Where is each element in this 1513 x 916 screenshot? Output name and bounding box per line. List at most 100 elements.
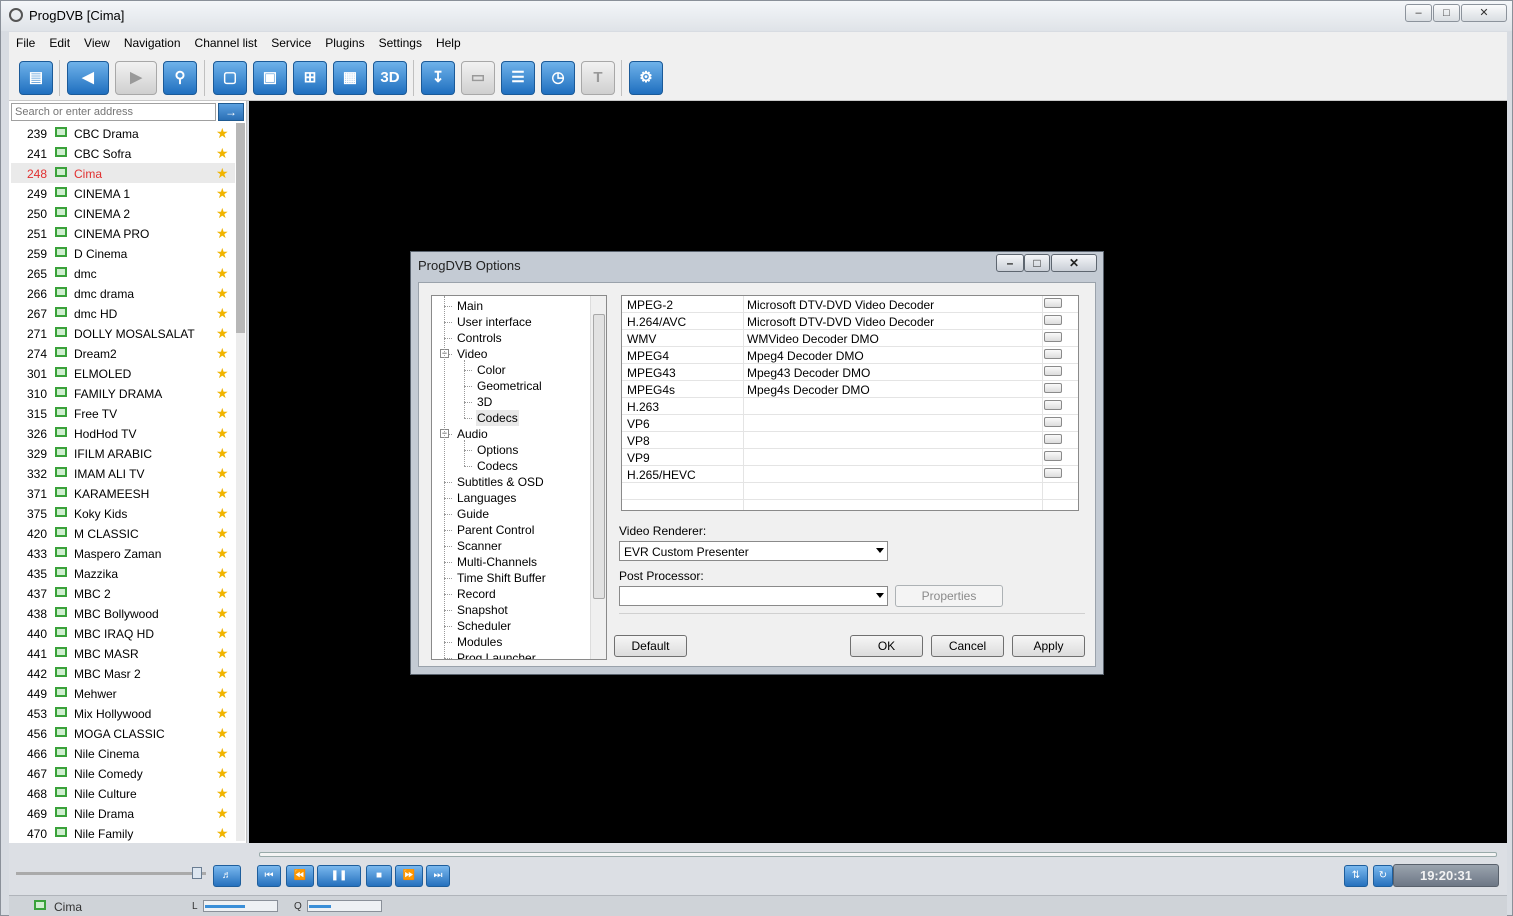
back-arrow-icon[interactable]: ◀ [67, 61, 109, 95]
close-button[interactable]: ✕ [1461, 4, 1507, 22]
favorite-star-icon[interactable]: ★ [216, 465, 229, 482]
codec-row[interactable]: MPEG4s Mpeg4s Decoder DMO [622, 381, 1078, 398]
clock-icon[interactable]: ◷ [541, 61, 575, 95]
codec-settings-button[interactable] [1044, 298, 1062, 308]
codec-settings-button[interactable] [1044, 332, 1062, 342]
channel-row[interactable]: 469 Nile Drama ★ [11, 803, 235, 823]
channel-row[interactable]: 239 CBC Drama ★ [11, 123, 235, 143]
favorite-star-icon[interactable]: ★ [216, 625, 229, 642]
default-button[interactable]: Default [614, 635, 687, 657]
codec-row[interactable]: MPEG43 Mpeg43 Decoder DMO [622, 364, 1078, 381]
list-icon[interactable]: ☰ [501, 61, 535, 95]
channel-row[interactable]: 310 FAMILY DRAMA ★ [11, 383, 235, 403]
pip-window-icon[interactable]: ▣ [253, 61, 287, 95]
codec-settings-button[interactable] [1044, 434, 1062, 444]
tree-item[interactable]: Prog Launcher [456, 650, 537, 659]
tree-scrollbar[interactable] [590, 296, 606, 659]
channel-row[interactable]: 274 Dream2 ★ [11, 343, 235, 363]
codec-row[interactable]: VP6 [622, 415, 1078, 432]
volume-slider-thumb[interactable] [192, 867, 202, 879]
tree-item[interactable]: Subtitles & OSD [456, 474, 545, 490]
teletext-icon[interactable]: T [581, 61, 615, 95]
grid-2x2-icon[interactable]: ⊞ [293, 61, 327, 95]
seek-bar[interactable] [259, 852, 1497, 857]
apply-button[interactable]: Apply [1012, 635, 1085, 657]
channel-row[interactable]: 267 dmc HD ★ [11, 303, 235, 323]
menu-navigation[interactable]: Navigation [117, 32, 188, 54]
codec-row[interactable]: VP8 [622, 432, 1078, 449]
channel-row[interactable]: 249 CINEMA 1 ★ [11, 183, 235, 203]
menu-channel-list[interactable]: Channel list [188, 32, 265, 54]
favorite-star-icon[interactable]: ★ [216, 385, 229, 402]
fast-forward-icon[interactable]: ⏩ [395, 865, 423, 887]
tree-item[interactable]: Record [456, 586, 497, 602]
channel-row[interactable]: 437 MBC 2 ★ [11, 583, 235, 603]
tree-item[interactable]: Codecs [476, 458, 519, 474]
favorite-star-icon[interactable]: ★ [216, 485, 229, 502]
tree-item[interactable]: Scheduler [456, 618, 512, 634]
channel-row[interactable]: 248 Cima ★ [11, 163, 235, 183]
stop-icon[interactable]: ■ [366, 865, 392, 887]
favorite-star-icon[interactable]: ★ [216, 265, 229, 282]
grid-multi-icon[interactable]: ▦ [333, 61, 367, 95]
channel-row[interactable]: 435 Mazzika ★ [11, 563, 235, 583]
channel-row[interactable]: 332 IMAM ALI TV ★ [11, 463, 235, 483]
codec-row[interactable]: MPEG4 Mpeg4 Decoder DMO [622, 347, 1078, 364]
subtitles-icon[interactable]: ▭ [461, 61, 495, 95]
menu-plugins[interactable]: Plugins [318, 32, 371, 54]
channel-row[interactable]: 371 KARAMEESH ★ [11, 483, 235, 503]
favorite-star-icon[interactable]: ★ [216, 785, 229, 802]
favorite-star-icon[interactable]: ★ [216, 285, 229, 302]
channel-row[interactable]: 266 dmc drama ★ [11, 283, 235, 303]
ok-button[interactable]: OK [850, 635, 923, 657]
channel-row[interactable]: 301 ELMOLED ★ [11, 363, 235, 383]
channel-row[interactable]: 449 Mehwer ★ [11, 683, 235, 703]
channel-row[interactable]: 259 D Cinema ★ [11, 243, 235, 263]
scrollbar-thumb[interactable] [236, 123, 245, 333]
codec-settings-button[interactable] [1044, 366, 1062, 376]
dialog-minimize-button[interactable]: – [996, 254, 1024, 272]
tree-scrollbar-thumb[interactable] [593, 314, 605, 599]
3d-icon[interactable]: 3D [373, 61, 407, 95]
channel-row[interactable]: 315 Free TV ★ [11, 403, 235, 423]
rewind-icon[interactable]: ⏪ [286, 865, 314, 887]
favorite-star-icon[interactable]: ★ [216, 145, 229, 162]
channel-row[interactable]: 468 Nile Culture ★ [11, 783, 235, 803]
favorite-star-icon[interactable]: ★ [216, 765, 229, 782]
tree-item[interactable]: Video [456, 346, 488, 362]
properties-button[interactable]: Properties [895, 585, 1003, 607]
channel-row[interactable]: 456 MOGA CLASSIC ★ [11, 723, 235, 743]
codec-settings-button[interactable] [1044, 400, 1062, 410]
channel-row[interactable]: 326 HodHod TV ★ [11, 423, 235, 443]
tree-item[interactable]: Geometrical [476, 378, 543, 394]
channel-row[interactable]: 241 CBC Sofra ★ [11, 143, 235, 163]
favorite-star-icon[interactable]: ★ [216, 185, 229, 202]
channel-row[interactable]: 441 MBC MASR ★ [11, 643, 235, 663]
tree-item[interactable]: User interface [456, 314, 533, 330]
favorite-star-icon[interactable]: ★ [216, 225, 229, 242]
minimize-button[interactable]: – [1405, 4, 1432, 22]
codec-row[interactable]: H.265/HEVC [622, 466, 1078, 483]
tree-item[interactable]: Main [456, 298, 484, 314]
channel-row[interactable]: 375 Koky Kids ★ [11, 503, 235, 523]
audio-icon[interactable]: ♬ [213, 865, 241, 887]
favorite-star-icon[interactable]: ★ [216, 325, 229, 342]
menu-file[interactable]: File [9, 32, 42, 54]
video-renderer-select[interactable]: EVR Custom Presenter [619, 541, 888, 561]
dialog-maximize-button[interactable]: □ [1024, 254, 1050, 272]
favorite-star-icon[interactable]: ★ [216, 645, 229, 662]
tree-item[interactable]: 3D [476, 394, 493, 410]
tree-item[interactable]: Controls [456, 330, 503, 346]
tree-item[interactable]: Modules [456, 634, 503, 650]
menu-view[interactable]: View [77, 32, 117, 54]
favorite-star-icon[interactable]: ★ [216, 605, 229, 622]
favorite-star-icon[interactable]: ★ [216, 425, 229, 442]
favorite-star-icon[interactable]: ★ [216, 525, 229, 542]
refresh-icon[interactable]: ↻ [1373, 865, 1393, 887]
favorite-star-icon[interactable]: ★ [216, 345, 229, 362]
download-icon[interactable]: ↧ [421, 61, 455, 95]
gear-icon[interactable]: ⚙ [629, 61, 663, 95]
favorite-star-icon[interactable]: ★ [216, 825, 229, 841]
tree-item[interactable]: Codecs [476, 410, 519, 426]
codec-row[interactable]: H.263 [622, 398, 1078, 415]
